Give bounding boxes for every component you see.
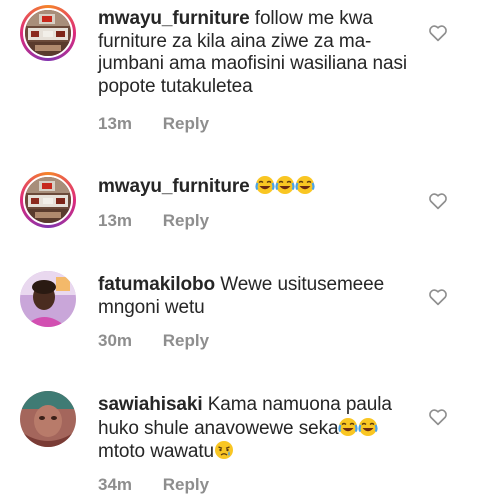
comment-time: 13m [98,211,133,230]
reply-button[interactable]: Reply [163,211,209,230]
comment-username[interactable]: mwayu_furniture [98,176,250,197]
heart-outline-icon[interactable] [428,24,448,42]
reply-button[interactable]: Reply [163,475,209,494]
comment-text: mwayu_furniture [98,175,416,199]
reply-button[interactable]: Reply [163,114,209,133]
comment-text: fatumakilobo Wewe usitusemeee mngoni wet… [98,274,416,319]
heart-outline-icon[interactable] [428,288,448,306]
face-with-tears-of-joy-icon [338,417,359,436]
comment-username[interactable]: fatumakilobo [98,274,215,295]
comment-meta: 30m Reply [98,331,235,351]
comment-body-end: mtoto wawatu [98,441,215,462]
comment-username[interactable]: sawiahisaki [98,394,203,415]
comment-text: mwayu_furniture follow me kwa furniture … [98,8,416,98]
comment-username[interactable]: mwayu_furniture [98,8,250,29]
comment-meta: 13m Reply [98,211,235,231]
comment-text: sawiahisaki Kama namuona paula huko shul… [98,394,416,464]
heart-outline-icon[interactable] [428,192,448,210]
comment-meta: 34m Reply [98,475,235,495]
avatar[interactable] [20,172,76,228]
crying-face-icon [215,441,234,459]
face-with-tears-of-joy-icon [275,176,295,194]
avatar[interactable] [20,391,76,447]
face-with-tears-of-joy-icon [295,176,315,194]
heart-outline-icon[interactable] [428,408,448,426]
comment-time: 13m [98,114,133,133]
comment-time: 30m [98,331,133,350]
comment-time: 34m [98,475,133,494]
comment-meta: 13m Reply [98,114,235,134]
avatar[interactable] [20,5,76,61]
face-with-tears-of-joy-icon [255,176,275,194]
face-with-tears-of-joy-icon [358,417,379,436]
reply-button[interactable]: Reply [163,331,209,350]
avatar[interactable] [20,271,76,327]
